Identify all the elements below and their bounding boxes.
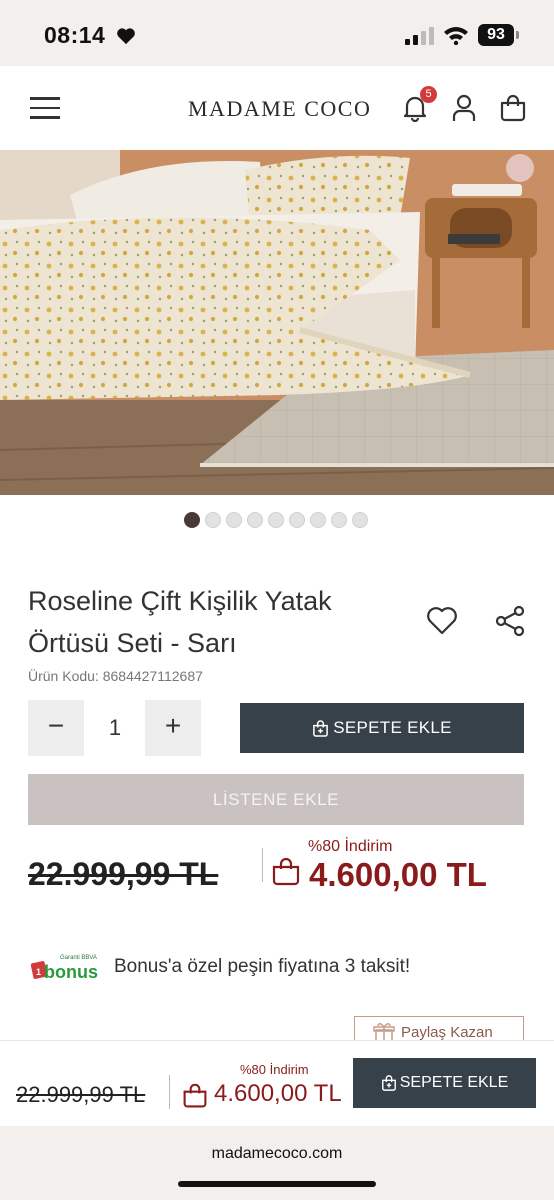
sticky-old-price: 22.999,99 TL — [16, 1082, 146, 1107]
product-code: Ürün Kodu: 8684427112687 — [28, 668, 203, 684]
gallery-dot[interactable] — [184, 512, 200, 528]
svg-text:1: 1 — [36, 967, 41, 977]
gallery-dot[interactable] — [310, 512, 326, 528]
sticky-cart-add-icon — [381, 1075, 396, 1091]
cart-add-icon — [313, 719, 329, 737]
sticky-add-to-cart-button[interactable]: SEPETE EKLE — [353, 1058, 536, 1108]
add-to-list-button[interactable]: LİSTENE EKLE — [28, 774, 524, 825]
share-earn-label: Paylaş Kazan — [401, 1024, 493, 1041]
bonus-logo-text: bonus — [44, 962, 98, 982]
discounted-price: 4.600,00 TL — [309, 856, 487, 893]
battery-indicator: 93 — [478, 24, 514, 46]
user-icon[interactable] — [452, 94, 476, 122]
gallery-dot[interactable] — [289, 512, 305, 528]
product-title: Roseline Çift Kişilik Yatak Örtüsü Seti … — [28, 586, 332, 658]
sticky-price-divider — [169, 1075, 170, 1109]
product-image[interactable] — [0, 150, 554, 495]
bonus-logo-bank: Garanti BBVA — [60, 955, 97, 961]
site-header: MADAME COCO 5 — [0, 66, 554, 150]
bedroom-illustration — [0, 150, 554, 495]
bonus-installment-text: Bonus'a özel peşin fiyatına 3 taksit! — [114, 956, 411, 977]
status-bar: 08:14 93 — [0, 0, 554, 66]
sticky-price-bag-icon — [183, 1083, 207, 1108]
add-to-cart-label: SEPETE EKLE — [333, 718, 452, 737]
gallery-dot[interactable] — [205, 512, 221, 528]
battery-cap — [516, 31, 519, 39]
cellular-signal-icon — [405, 27, 434, 45]
browser-url-bar — [0, 1126, 554, 1200]
browser-url[interactable]: madamecoco.com — [0, 1145, 554, 1163]
favorite-heart-icon[interactable] — [426, 606, 458, 636]
cart-bag-icon[interactable] — [499, 94, 527, 122]
add-to-cart-button[interactable]: SEPETE EKLE — [240, 703, 524, 753]
bonus-card-logo: 1 Garanti BBVA bonus — [30, 952, 98, 982]
quantity-increase-button[interactable]: + — [145, 700, 201, 756]
quantity-decrease-button[interactable]: − — [28, 700, 84, 756]
sticky-discount-label: %80 İndirim — [240, 1062, 309, 1077]
notification-badge: 5 — [420, 86, 437, 103]
gallery-dot[interactable] — [268, 512, 284, 528]
status-time: 08:14 — [44, 22, 106, 48]
gallery-pagination — [184, 512, 368, 528]
quantity-value[interactable]: 1 — [85, 700, 145, 756]
wifi-icon — [444, 27, 468, 45]
sticky-add-to-cart-label: SEPETE EKLE — [399, 1074, 509, 1091]
gallery-dot[interactable] — [331, 512, 347, 528]
gallery-dot[interactable] — [247, 512, 263, 528]
gallery-dot[interactable] — [226, 512, 242, 528]
menu-icon[interactable] — [30, 97, 60, 119]
home-indicator[interactable] — [178, 1181, 376, 1187]
price-bag-icon — [272, 857, 300, 886]
discount-label: %80 İndirim — [308, 838, 393, 855]
old-price: 22.999,99 TL — [28, 856, 219, 892]
sticky-discounted-price: 4.600,00 TL — [214, 1080, 342, 1107]
heart-status-icon — [117, 28, 135, 45]
brand-logo[interactable]: MADAME COCO — [188, 96, 371, 122]
price-divider — [262, 848, 263, 882]
share-icon[interactable] — [494, 605, 526, 637]
gallery-dot[interactable] — [352, 512, 368, 528]
